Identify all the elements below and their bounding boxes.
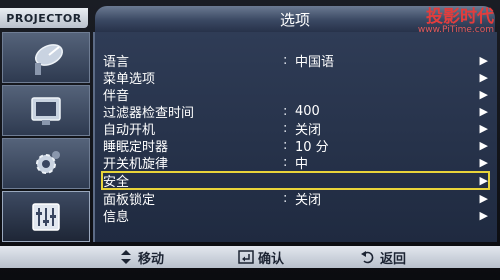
chevron-right-icon: ▶ (479, 71, 488, 84)
hint-confirm-label: 确认 (258, 251, 285, 267)
gear-icon (36, 150, 60, 174)
category-sidebar (2, 32, 90, 242)
menu-item-label: 开关机旋律 (103, 157, 169, 172)
hint-move: 移动 (118, 248, 164, 267)
chevron-right-icon: ▶ (479, 88, 488, 101)
sidebar-item-picture[interactable] (2, 85, 90, 136)
menu-item-colon: : (283, 53, 288, 68)
return-icon (361, 251, 374, 264)
hint-move-label: 移动 (138, 251, 165, 267)
menu-item-menu-options[interactable]: 菜单选项 ▶ (103, 69, 488, 87)
sidebar-item-setup[interactable] (2, 138, 90, 189)
menu-item-sound[interactable]: 伴音 ▶ (103, 86, 488, 104)
chevron-right-icon: ▶ (479, 105, 488, 118)
chevron-right-icon: ▶ (479, 174, 488, 187)
menu-item-security[interactable]: 安全 ▶ (101, 171, 490, 190)
satellite-dish-icon (35, 43, 63, 75)
chevron-right-icon: ▶ (479, 54, 488, 67)
chevron-right-icon: ▶ (479, 192, 488, 205)
hint-bar: 移动 确认 返回 (0, 246, 500, 268)
picture-icon (31, 96, 61, 125)
menu-item-filter-check-time[interactable]: 过滤器检查时间 : 400 ▶ (103, 103, 488, 121)
menu-item-colon: : (283, 138, 288, 153)
menu-item-colon: : (283, 155, 288, 170)
menu-item-label: 信息 (103, 210, 130, 225)
menu-item-language[interactable]: 语言 : 中国语 ▶ (103, 52, 488, 70)
menu-item-value: 中国语 (295, 55, 335, 70)
sidebar-item-options[interactable] (2, 191, 90, 242)
menu-item-value: 中 (295, 157, 309, 172)
chevron-right-icon: ▶ (479, 209, 488, 222)
up-down-arrows-icon (121, 250, 131, 264)
enter-icon (238, 250, 254, 264)
menu-item-panel-lock[interactable]: 面板锁定 : 关闭 ▶ (103, 190, 488, 208)
menu-item-colon: : (283, 191, 288, 206)
hint-confirm: 确认 (238, 248, 284, 267)
brand-label: PROJECTOR (0, 8, 88, 28)
menu-item-label: 安全 (103, 175, 130, 190)
options-panel: 语言 : 中国语 ▶ 菜单选项 ▶ 伴音 ▶ 过滤器检查时间 : 400 ▶ 自… (93, 32, 497, 242)
equalizer-icon (32, 202, 60, 231)
sidebar-item-input[interactable] (2, 32, 90, 83)
menu-item-power-melody[interactable]: 开关机旋律 : 中 ▶ (103, 154, 488, 172)
hint-back-label: 返回 (380, 251, 407, 267)
menu-item-value: 关闭 (295, 193, 322, 208)
menu-item-colon: : (283, 104, 288, 119)
hint-back: 返回 (360, 248, 406, 267)
watermark-line1: 投影时代 (426, 7, 494, 27)
menu-item-sleep-timer[interactable]: 睡眠定时器 : 10 分 ▶ (103, 137, 488, 155)
menu-item-auto-power[interactable]: 自动开机 : 关闭 ▶ (103, 120, 488, 138)
chevron-right-icon: ▶ (479, 139, 488, 152)
menu-item-value: 400 (295, 104, 320, 119)
chevron-right-icon: ▶ (479, 156, 488, 169)
menu-item-colon: : (283, 121, 288, 136)
menu-item-information[interactable]: 信息 ▶ (103, 207, 488, 225)
chevron-right-icon: ▶ (479, 122, 488, 135)
